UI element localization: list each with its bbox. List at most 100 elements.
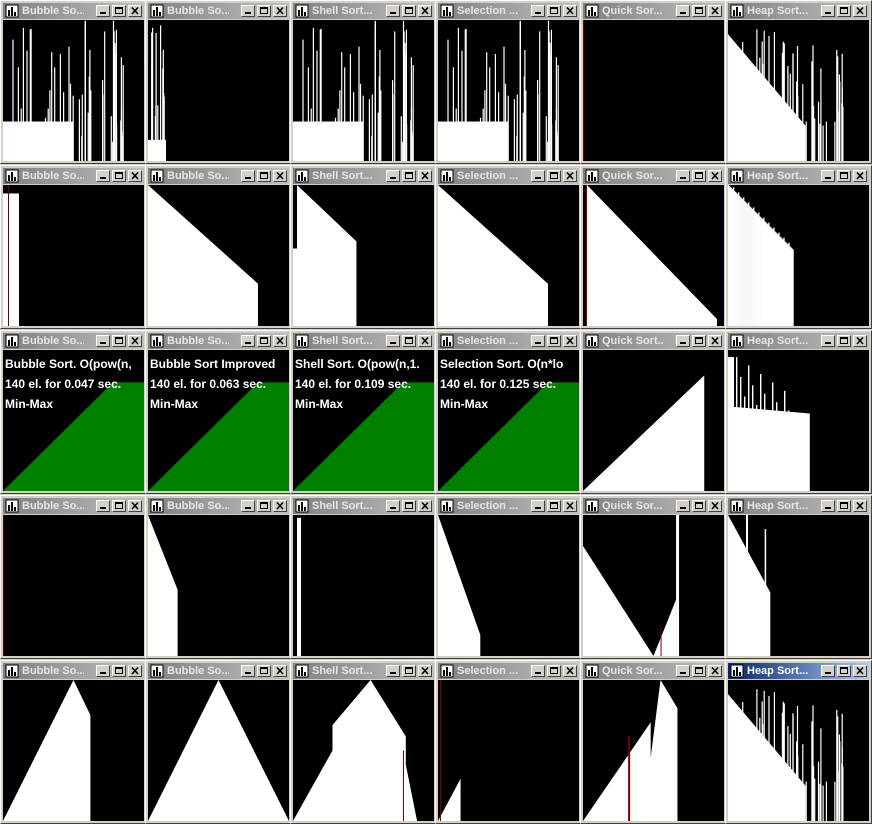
close-button[interactable] [708,665,722,677]
title-bar[interactable]: Heap Sort... [728,3,869,19]
app-icon[interactable] [730,169,744,183]
maximize-button[interactable] [402,170,416,182]
close-button[interactable] [418,5,432,17]
app-icon[interactable] [295,334,309,348]
minimize-button[interactable] [821,335,835,347]
app-icon[interactable] [730,664,744,678]
minimize-button[interactable] [821,665,835,677]
maximize-button[interactable] [112,665,126,677]
app-icon[interactable] [440,499,454,513]
sort-window[interactable]: Bubble So... [145,0,292,164]
maximize-button[interactable] [257,335,271,347]
sort-window[interactable]: Selection ... [435,0,582,164]
close-button[interactable] [128,5,142,17]
app-icon[interactable] [440,334,454,348]
maximize-button[interactable] [112,335,126,347]
close-button[interactable] [708,335,722,347]
sort-window[interactable]: Selection ... [435,165,582,329]
minimize-button[interactable] [676,335,690,347]
app-icon[interactable] [295,169,309,183]
app-icon[interactable] [150,334,164,348]
close-button[interactable] [128,665,142,677]
title-bar[interactable]: Bubble So... [148,663,289,679]
maximize-button[interactable] [692,5,706,17]
maximize-button[interactable] [402,665,416,677]
maximize-button[interactable] [547,335,561,347]
app-icon[interactable] [730,4,744,18]
minimize-button[interactable] [386,5,400,17]
minimize-button[interactable] [96,170,110,182]
maximize-button[interactable] [257,5,271,17]
maximize-button[interactable] [692,665,706,677]
close-button[interactable] [708,5,722,17]
app-icon[interactable] [440,664,454,678]
close-button[interactable] [418,500,432,512]
minimize-button[interactable] [386,170,400,182]
close-button[interactable] [418,335,432,347]
maximize-button[interactable] [837,665,851,677]
app-icon[interactable] [5,664,19,678]
maximize-button[interactable] [837,335,851,347]
title-bar[interactable]: Bubble So... [148,498,289,514]
app-icon[interactable] [5,169,19,183]
close-button[interactable] [853,335,867,347]
title-bar[interactable]: Heap Sort... [728,333,869,349]
app-icon[interactable] [5,499,19,513]
title-bar[interactable]: Selection ... [438,663,579,679]
close-button[interactable] [128,500,142,512]
maximize-button[interactable] [402,5,416,17]
sort-window[interactable]: Shell Sort... [290,0,437,164]
sort-window[interactable]: Bubble So... [0,165,147,329]
sort-window[interactable]: Shell Sort... [290,495,437,659]
minimize-button[interactable] [241,5,255,17]
app-icon[interactable] [585,499,599,513]
sort-window[interactable]: Bubble So... Bubble Sort. O(pow(n, 140 el.… [0,330,147,494]
title-bar[interactable]: Heap Sort... [728,663,869,679]
sort-window[interactable]: Bubble So... [145,660,292,824]
close-button[interactable] [128,335,142,347]
minimize-button[interactable] [241,665,255,677]
sort-window[interactable]: Quick Sor... [580,660,727,824]
sort-window[interactable]: Heap Sort... [725,330,872,494]
sort-window[interactable]: Shell Sort... [290,660,437,824]
minimize-button[interactable] [386,500,400,512]
sort-window[interactable]: Bubble So... Bubble Sort Improved 140 el. … [145,330,292,494]
app-icon[interactable] [730,334,744,348]
sort-window[interactable]: Bubble So... [145,165,292,329]
close-button[interactable] [128,170,142,182]
title-bar[interactable]: Selection ... [438,3,579,19]
title-bar[interactable]: Heap Sort... [728,168,869,184]
sort-window[interactable]: Selection ... [435,660,582,824]
app-icon[interactable] [440,4,454,18]
sort-window[interactable]: Heap Sort... [725,0,872,164]
maximize-button[interactable] [257,665,271,677]
minimize-button[interactable] [386,665,400,677]
close-button[interactable] [853,170,867,182]
close-button[interactable] [273,170,287,182]
maximize-button[interactable] [547,665,561,677]
close-button[interactable] [853,5,867,17]
app-icon[interactable] [730,499,744,513]
minimize-button[interactable] [386,335,400,347]
app-icon[interactable] [295,664,309,678]
title-bar[interactable]: Bubble So... [3,498,144,514]
title-bar[interactable]: Shell Sort... [293,498,434,514]
title-bar[interactable]: Quick Sor... [583,498,724,514]
title-bar[interactable]: Heap Sort... [728,498,869,514]
minimize-button[interactable] [241,500,255,512]
app-icon[interactable] [150,499,164,513]
sort-window[interactable]: Heap Sort... [725,165,872,329]
minimize-button[interactable] [96,500,110,512]
app-icon[interactable] [5,334,19,348]
close-button[interactable] [273,500,287,512]
sort-window[interactable]: Quick Sor... [580,0,727,164]
title-bar[interactable]: Selection ... [438,168,579,184]
maximize-button[interactable] [257,170,271,182]
sort-window[interactable]: Selection ... Selection Sort. O(n*lo 140 e… [435,330,582,494]
maximize-button[interactable] [112,170,126,182]
title-bar[interactable]: Quick Sor... [583,168,724,184]
sort-window[interactable]: Shell Sort... [290,165,437,329]
app-icon[interactable] [295,4,309,18]
sort-window[interactable]: Selection ... [435,495,582,659]
sort-window[interactable]: Heap Sort... [725,660,872,824]
